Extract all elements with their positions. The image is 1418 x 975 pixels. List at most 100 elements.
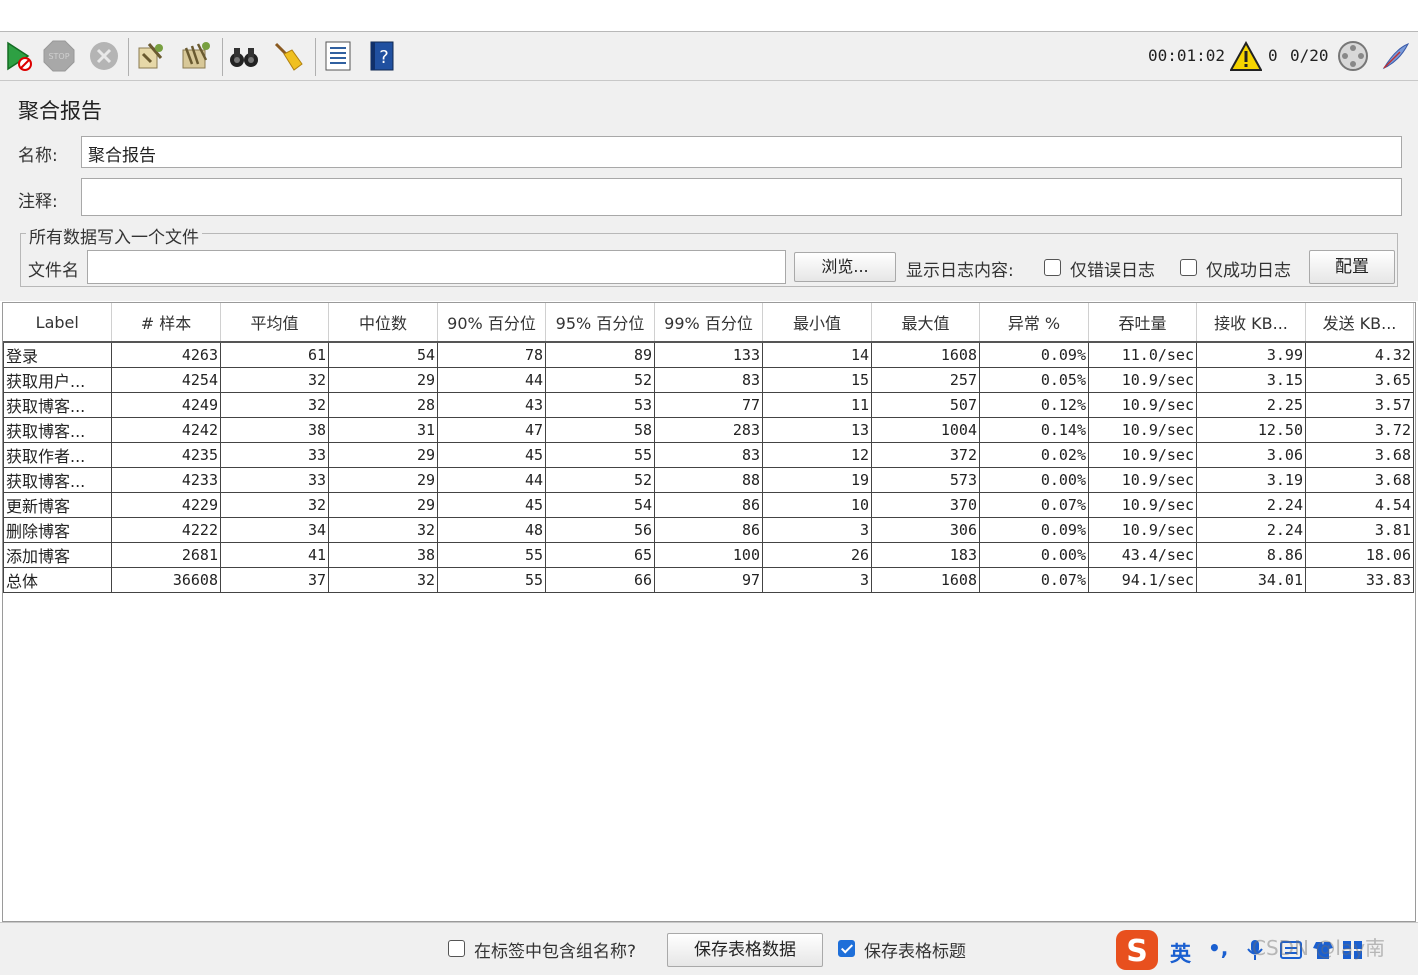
errors-only-checkbox[interactable] <box>1044 259 1061 276</box>
table-cell: 78 <box>437 341 546 368</box>
browse-button[interactable]: 浏览... <box>794 252 896 282</box>
table-cell: 0.02% <box>979 442 1089 468</box>
warning-count: 0 <box>1268 46 1278 65</box>
comment-input[interactable] <box>81 178 1402 216</box>
row-label-cell: 总体 <box>3 567 112 593</box>
table-cell: 56 <box>545 517 655 543</box>
active-threads: 0/20 <box>1290 46 1329 65</box>
table-cell: 257 <box>871 367 980 393</box>
start-no-pauses-icon[interactable] <box>3 40 35 72</box>
table-cell: 86 <box>654 492 763 518</box>
column-header[interactable]: 中位数 <box>328 303 438 343</box>
table-cell: 0.00% <box>979 467 1089 493</box>
table-cell: 83 <box>654 367 763 393</box>
configure-button[interactable]: 配置 <box>1309 250 1395 284</box>
column-header[interactable]: 99% 百分位 <box>654 303 763 343</box>
table-cell: 370 <box>871 492 980 518</box>
table-row[interactable]: 获取博客... 4242 38 31 47 58 283 13 1004 0.14% 10.9/se… <box>3 417 1414 443</box>
table-row[interactable]: 获取作者... 4235 33 29 45 55 83 12 372 0.02% 10.9/sec 3… <box>3 442 1414 468</box>
table-cell: 4.32 <box>1305 341 1414 368</box>
success-only-checkbox[interactable] <box>1180 259 1197 276</box>
table-cell: 2.24 <box>1196 517 1306 543</box>
table-cell: 26 <box>762 542 872 568</box>
column-header[interactable]: 90% 百分位 <box>437 303 546 343</box>
results-table-container: Label # 样本 平均值 中位数 90% 百分位 95% 百分位 99% 百分位 最小值最… <box>2 302 1416 922</box>
table-cell: 2.25 <box>1196 392 1306 418</box>
table-row[interactable]: 登录 4263 61 54 78 89 133 14 1608 0.09% 11.0/sec 3.99… <box>3 341 1414 368</box>
name-input[interactable]: 聚合报告 <box>81 136 1402 168</box>
table-cell: 28 <box>328 392 438 418</box>
shutdown-icon[interactable] <box>88 40 120 72</box>
table-cell: 83 <box>654 442 763 468</box>
table-total-row[interactable]: 总体 36608 37 32 55 66 97 3 1608 0.07% 94.1/sec 34.01… <box>3 567 1414 593</box>
column-header[interactable]: # 样本 <box>111 303 221 343</box>
stop-icon[interactable]: STOP <box>43 40 75 72</box>
column-header[interactable]: Label <box>3 303 112 343</box>
table-cell: 89 <box>545 341 655 368</box>
warning-icon[interactable] <box>1230 41 1262 73</box>
table-row[interactable]: 获取博客... 4233 33 29 44 52 88 19 573 0.00% 10.9/sec 3… <box>3 467 1414 493</box>
table-cell: 88 <box>654 467 763 493</box>
column-header[interactable]: 发送 KB... <box>1305 303 1414 343</box>
function-helper-list-icon[interactable] <box>322 40 354 72</box>
column-header[interactable]: 吞吐量 <box>1088 303 1197 343</box>
table-cell: 10.9/sec <box>1088 517 1197 543</box>
filename-input[interactable] <box>87 250 786 284</box>
column-header[interactable]: 最大值 <box>871 303 980 343</box>
save-table-data-button[interactable]: 保存表格数据 <box>667 933 823 967</box>
row-label-cell: 更新博客 <box>3 492 112 518</box>
table-cell: 33.83 <box>1305 567 1414 593</box>
write-results-group-title: 所有数据写入一个文件 <box>26 223 202 248</box>
save-table-header-checkbox[interactable] <box>838 940 855 957</box>
table-row[interactable]: 更新博客 4229 32 29 45 54 86 10 370 0.07% 10.9/sec 2.24… <box>3 492 1414 518</box>
table-cell: 52 <box>545 467 655 493</box>
table-row[interactable]: 删除博客 4222 34 32 48 56 86 3 306 0.09% 10.9/sec 2.24 3… <box>3 517 1414 543</box>
table-cell: 4263 <box>111 341 221 368</box>
table-cell: 32 <box>328 567 438 593</box>
column-header[interactable]: 最小值 <box>762 303 872 343</box>
table-cell: 3.15 <box>1196 367 1306 393</box>
ime-punctuation[interactable]: •, <box>1208 936 1228 960</box>
table-cell: 94.1/sec <box>1088 567 1197 593</box>
svg-text:STOP: STOP <box>48 52 69 61</box>
log-viewer-feather-icon[interactable] <box>1380 40 1412 72</box>
clear-icon[interactable] <box>135 40 167 72</box>
include-group-name-checkbox[interactable] <box>448 940 465 957</box>
comment-label: 注释: <box>18 192 58 212</box>
table-cell: 10.9/sec <box>1088 392 1197 418</box>
reset-search-broom-icon[interactable] <box>272 40 304 72</box>
table-cell: 100 <box>654 542 763 568</box>
column-header[interactable]: 接收 KB... <box>1196 303 1306 343</box>
table-cell: 47 <box>437 417 546 443</box>
help-book-icon[interactable]: ? <box>366 40 398 72</box>
table-cell: 48 <box>437 517 546 543</box>
table-cell: 37 <box>220 567 329 593</box>
ime-mode-label[interactable]: 英 <box>1170 938 1191 968</box>
table-cell: 55 <box>437 542 546 568</box>
search-binoculars-icon[interactable] <box>228 40 260 72</box>
table-cell: 55 <box>437 567 546 593</box>
table-cell: 12.50 <box>1196 417 1306 443</box>
aggregate-results-table: Label # 样本 平均值 中位数 90% 百分位 95% 百分位 99% 百分位 最小值最… <box>3 303 1414 593</box>
table-row[interactable]: 添加博客 2681 41 38 55 65 100 26 183 0.00% 43.4/sec 8.8… <box>3 542 1414 568</box>
table-cell: 10.9/sec <box>1088 467 1197 493</box>
column-header[interactable]: 异常 % <box>979 303 1089 343</box>
table-cell: 86 <box>654 517 763 543</box>
table-cell: 133 <box>654 341 763 368</box>
table-cell: 41 <box>220 542 329 568</box>
table-header-row: Label # 样本 平均值 中位数 90% 百分位 95% 百分位 99% 百分位 最小值最… <box>3 303 1414 343</box>
sogou-logo-icon[interactable]: S <box>1114 928 1160 972</box>
ime-toolbar: S 英 •, CSDN @lay南 <box>1112 926 1418 972</box>
column-header[interactable]: 平均值 <box>220 303 329 343</box>
table-row[interactable]: 获取用户... 4254 32 29 44 52 83 15 257 0.05% 10.9/sec 3… <box>3 367 1414 393</box>
table-cell: 29 <box>328 367 438 393</box>
column-header[interactable]: 95% 百分位 <box>545 303 655 343</box>
clear-all-icon[interactable] <box>180 40 212 72</box>
table-cell: 11.0/sec <box>1088 341 1197 368</box>
table-row[interactable]: 获取博客... 4249 32 28 43 53 77 11 507 0.12% 10.9/sec 2… <box>3 392 1414 418</box>
remote-status-icon[interactable] <box>1337 40 1369 72</box>
name-label: 名称: <box>18 146 58 166</box>
row-label-cell: 登录 <box>3 341 112 368</box>
table-cell: 66 <box>545 567 655 593</box>
table-cell: 4254 <box>111 367 221 393</box>
